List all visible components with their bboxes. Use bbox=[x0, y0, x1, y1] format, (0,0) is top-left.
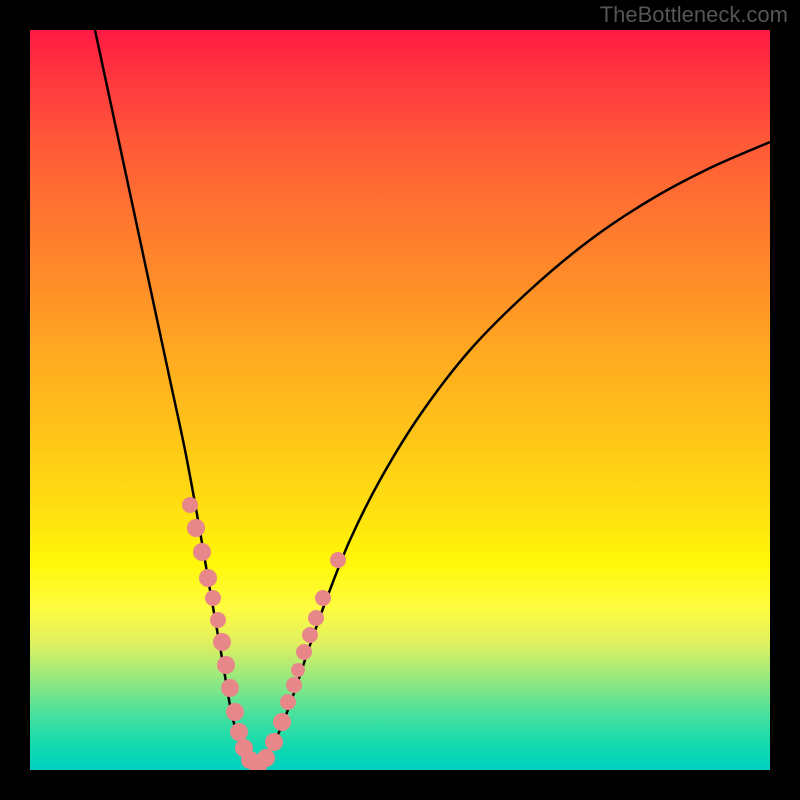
curve-left-branch bbox=[95, 30, 255, 767]
data-marker bbox=[308, 610, 324, 626]
chart-svg bbox=[30, 30, 770, 770]
data-marker bbox=[302, 627, 318, 643]
data-marker bbox=[221, 679, 239, 697]
data-marker bbox=[330, 552, 346, 568]
curve-right-branch bbox=[255, 142, 770, 767]
data-marker bbox=[273, 713, 291, 731]
data-marker bbox=[210, 612, 226, 628]
data-marker bbox=[213, 633, 231, 651]
data-marker bbox=[265, 733, 283, 751]
data-marker bbox=[286, 677, 302, 693]
data-marker bbox=[315, 590, 331, 606]
data-marker bbox=[217, 656, 235, 674]
data-marker bbox=[291, 663, 305, 677]
data-marker bbox=[230, 723, 248, 741]
chart-plot-area bbox=[30, 30, 770, 770]
data-marker bbox=[182, 497, 198, 513]
data-points bbox=[182, 497, 346, 770]
data-marker bbox=[296, 644, 312, 660]
data-marker bbox=[280, 694, 296, 710]
data-marker bbox=[199, 569, 217, 587]
data-marker bbox=[205, 590, 221, 606]
watermark-text: TheBottleneck.com bbox=[600, 2, 788, 28]
data-marker bbox=[257, 749, 275, 767]
data-marker bbox=[187, 519, 205, 537]
data-marker bbox=[226, 703, 244, 721]
data-marker bbox=[193, 543, 211, 561]
